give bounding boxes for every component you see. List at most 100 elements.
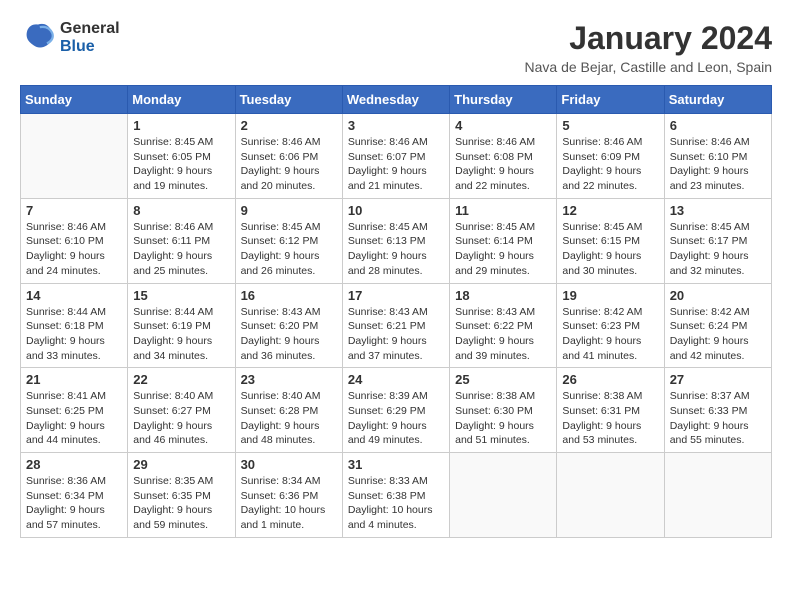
day-number: 26 <box>562 372 658 387</box>
day-number: 30 <box>241 457 337 472</box>
logo-icon <box>20 20 56 56</box>
day-info: Sunrise: 8:46 AM Sunset: 6:06 PM Dayligh… <box>241 135 337 194</box>
week-row-0: 1 Sunrise: 8:45 AM Sunset: 6:05 PM Daylig… <box>21 114 772 199</box>
day-number: 9 <box>241 203 337 218</box>
day-info: Sunrise: 8:43 AM Sunset: 6:20 PM Dayligh… <box>241 305 337 364</box>
day-info: Sunrise: 8:45 AM Sunset: 6:17 PM Dayligh… <box>670 220 766 279</box>
col-header-sunday: Sunday <box>21 86 128 114</box>
day-number: 21 <box>26 372 122 387</box>
day-info: Sunrise: 8:40 AM Sunset: 6:28 PM Dayligh… <box>241 389 337 448</box>
calendar-cell: 2 Sunrise: 8:46 AM Sunset: 6:06 PM Daylig… <box>235 114 342 199</box>
day-number: 23 <box>241 372 337 387</box>
day-number: 28 <box>26 457 122 472</box>
calendar-cell: 22 Sunrise: 8:40 AM Sunset: 6:27 PM Dayli… <box>128 368 235 453</box>
day-info: Sunrise: 8:37 AM Sunset: 6:33 PM Dayligh… <box>670 389 766 448</box>
week-row-1: 7Sunrise: 8:46 AM Sunset: 6:10 PM Daylig… <box>21 198 772 283</box>
day-info: Sunrise: 8:40 AM Sunset: 6:27 PM Dayligh… <box>133 389 229 448</box>
day-number: 16 <box>241 288 337 303</box>
day-info: Sunrise: 8:46 AM Sunset: 6:07 PM Dayligh… <box>348 135 444 194</box>
day-number: 22 <box>133 372 229 387</box>
day-info: Sunrise: 8:46 AM Sunset: 6:10 PM Dayligh… <box>670 135 766 194</box>
col-header-wednesday: Wednesday <box>342 86 449 114</box>
calendar-cell: 28 Sunrise: 8:36 AM Sunset: 6:34 PM Dayli… <box>21 453 128 538</box>
day-info: Sunrise: 8:46 AM Sunset: 6:08 PM Dayligh… <box>455 135 551 194</box>
day-number: 5 <box>562 118 658 133</box>
calendar-cell: 9Sunrise: 8:45 AM Sunset: 6:12 PM Daylig… <box>235 198 342 283</box>
calendar-cell: 4Sunrise: 8:46 AM Sunset: 6:08 PM Daylig… <box>450 114 557 199</box>
calendar-cell: 24 Sunrise: 8:39 AM Sunset: 6:29 PM Dayli… <box>342 368 449 453</box>
logo: General Blue <box>20 20 120 56</box>
day-info: Sunrise: 8:45 AM Sunset: 6:05 PM Dayligh… <box>133 135 229 194</box>
day-info: Sunrise: 8:33 AM Sunset: 6:38 PM Dayligh… <box>348 474 444 533</box>
day-info: Sunrise: 8:45 AM Sunset: 6:13 PM Dayligh… <box>348 220 444 279</box>
day-number: 1 <box>133 118 229 133</box>
col-header-friday: Friday <box>557 86 664 114</box>
day-number: 17 <box>348 288 444 303</box>
calendar-cell: 6 Sunrise: 8:46 AM Sunset: 6:10 PM Daylig… <box>664 114 771 199</box>
day-number: 6 <box>670 118 766 133</box>
calendar-cell <box>557 453 664 538</box>
calendar-cell: 23 Sunrise: 8:40 AM Sunset: 6:28 PM Dayli… <box>235 368 342 453</box>
day-number: 10 <box>348 203 444 218</box>
day-number: 3 <box>348 118 444 133</box>
day-info: Sunrise: 8:44 AM Sunset: 6:18 PM Dayligh… <box>26 305 122 364</box>
day-info: Sunrise: 8:42 AM Sunset: 6:24 PM Dayligh… <box>670 305 766 364</box>
day-info: Sunrise: 8:42 AM Sunset: 6:23 PM Dayligh… <box>562 305 658 364</box>
month-year: January 2024 <box>525 20 773 57</box>
day-number: 2 <box>241 118 337 133</box>
day-number: 14 <box>26 288 122 303</box>
calendar-cell <box>664 453 771 538</box>
calendar-cell: 30 Sunrise: 8:34 AM Sunset: 6:36 PM Dayli… <box>235 453 342 538</box>
calendar-cell: 21Sunrise: 8:41 AM Sunset: 6:25 PM Dayli… <box>21 368 128 453</box>
day-info: Sunrise: 8:38 AM Sunset: 6:31 PM Dayligh… <box>562 389 658 448</box>
day-info: Sunrise: 8:45 AM Sunset: 6:15 PM Dayligh… <box>562 220 658 279</box>
day-number: 8 <box>133 203 229 218</box>
calendar-cell: 18Sunrise: 8:43 AM Sunset: 6:22 PM Dayli… <box>450 283 557 368</box>
calendar-cell: 31 Sunrise: 8:33 AM Sunset: 6:38 PM Dayli… <box>342 453 449 538</box>
calendar-cell <box>21 114 128 199</box>
day-number: 24 <box>348 372 444 387</box>
calendar-table: SundayMondayTuesdayWednesdayThursdayFrid… <box>20 85 772 538</box>
calendar-cell: 29Sunrise: 8:35 AM Sunset: 6:35 PM Dayli… <box>128 453 235 538</box>
day-number: 20 <box>670 288 766 303</box>
calendar-cell: 17 Sunrise: 8:43 AM Sunset: 6:21 PM Dayli… <box>342 283 449 368</box>
col-header-saturday: Saturday <box>664 86 771 114</box>
calendar-cell: 26 Sunrise: 8:38 AM Sunset: 6:31 PM Dayli… <box>557 368 664 453</box>
day-number: 31 <box>348 457 444 472</box>
day-number: 13 <box>670 203 766 218</box>
calendar-cell: 25Sunrise: 8:38 AM Sunset: 6:30 PM Dayli… <box>450 368 557 453</box>
col-header-tuesday: Tuesday <box>235 86 342 114</box>
calendar-cell: 15 Sunrise: 8:44 AM Sunset: 6:19 PM Dayli… <box>128 283 235 368</box>
week-row-2: 14 Sunrise: 8:44 AM Sunset: 6:18 PM Dayli… <box>21 283 772 368</box>
col-header-monday: Monday <box>128 86 235 114</box>
day-number: 25 <box>455 372 551 387</box>
calendar-cell: 16 Sunrise: 8:43 AM Sunset: 6:20 PM Dayli… <box>235 283 342 368</box>
day-info: Sunrise: 8:43 AM Sunset: 6:22 PM Dayligh… <box>455 305 551 364</box>
calendar-cell: 3 Sunrise: 8:46 AM Sunset: 6:07 PM Daylig… <box>342 114 449 199</box>
day-number: 15 <box>133 288 229 303</box>
calendar-cell: 7Sunrise: 8:46 AM Sunset: 6:10 PM Daylig… <box>21 198 128 283</box>
day-number: 12 <box>562 203 658 218</box>
calendar-cell: 10 Sunrise: 8:45 AM Sunset: 6:13 PM Dayli… <box>342 198 449 283</box>
header: General Blue January 2024 Nava de Bejar,… <box>20 20 772 75</box>
day-number: 11 <box>455 203 551 218</box>
day-info: Sunrise: 8:43 AM Sunset: 6:21 PM Dayligh… <box>348 305 444 364</box>
calendar-cell: 27 Sunrise: 8:37 AM Sunset: 6:33 PM Dayli… <box>664 368 771 453</box>
day-number: 7 <box>26 203 122 218</box>
day-info: Sunrise: 8:44 AM Sunset: 6:19 PM Dayligh… <box>133 305 229 364</box>
day-number: 27 <box>670 372 766 387</box>
calendar-cell: 12 Sunrise: 8:45 AM Sunset: 6:15 PM Dayli… <box>557 198 664 283</box>
calendar-cell: 11Sunrise: 8:45 AM Sunset: 6:14 PM Dayli… <box>450 198 557 283</box>
calendar-cell <box>450 453 557 538</box>
title-block: January 2024 Nava de Bejar, Castille and… <box>525 20 773 75</box>
day-number: 29 <box>133 457 229 472</box>
day-info: Sunrise: 8:46 AM Sunset: 6:09 PM Dayligh… <box>562 135 658 194</box>
day-info: Sunrise: 8:36 AM Sunset: 6:34 PM Dayligh… <box>26 474 122 533</box>
day-number: 19 <box>562 288 658 303</box>
location: Nava de Bejar, Castille and Leon, Spain <box>525 59 773 75</box>
day-info: Sunrise: 8:46 AM Sunset: 6:11 PM Dayligh… <box>133 220 229 279</box>
day-info: Sunrise: 8:39 AM Sunset: 6:29 PM Dayligh… <box>348 389 444 448</box>
day-info: Sunrise: 8:34 AM Sunset: 6:36 PM Dayligh… <box>241 474 337 533</box>
col-header-thursday: Thursday <box>450 86 557 114</box>
week-row-4: 28 Sunrise: 8:36 AM Sunset: 6:34 PM Dayli… <box>21 453 772 538</box>
